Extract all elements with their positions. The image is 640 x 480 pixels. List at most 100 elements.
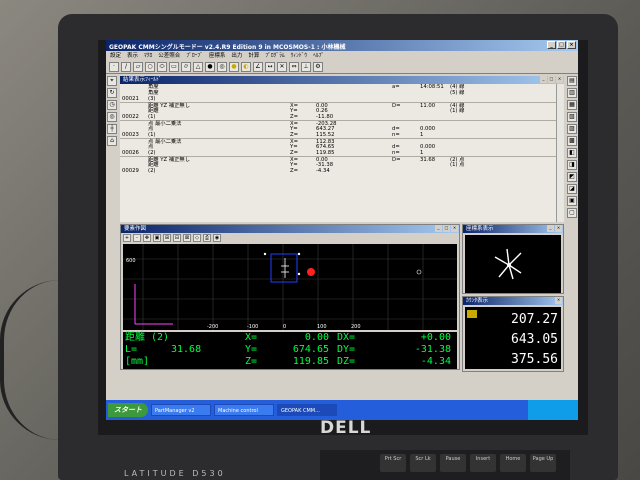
view-yz-icon[interactable]: ⊟ bbox=[173, 234, 181, 242]
graphics-canvas[interactable]: 600 -200 -100 0 100 200 bbox=[123, 244, 457, 330]
view-3d-icon[interactable]: ◇ bbox=[193, 234, 201, 242]
menu-item[interactable]: 公差照合 bbox=[158, 51, 180, 60]
menu-item[interactable]: ﾌﾟﾛｸﾞﾗﾑ bbox=[265, 51, 284, 60]
axis-icon[interactable]: ┼ bbox=[107, 124, 117, 134]
ellipse-tool-icon[interactable]: ⬭ bbox=[157, 62, 167, 72]
tool-icon[interactable]: ▥ bbox=[567, 88, 577, 98]
counter-x: 207.27 bbox=[511, 312, 558, 327]
y-axis-label: 600 bbox=[126, 258, 136, 264]
start-button[interactable]: スタート bbox=[108, 403, 148, 417]
gear-icon[interactable]: ⚙ bbox=[313, 62, 323, 72]
projection-tool-icon[interactable]: ⊥ bbox=[301, 62, 311, 72]
distance-tool-icon[interactable]: ↔ bbox=[265, 62, 275, 72]
menu-item[interactable]: ｳｨﾝﾄﾞｳ bbox=[291, 51, 308, 60]
panel-minimize-button[interactable]: _ bbox=[435, 225, 442, 232]
maximize-button[interactable]: □ bbox=[557, 41, 566, 49]
menu-item[interactable]: 座標系 bbox=[209, 51, 226, 60]
coord-panel-titlebar: 座標系表示 _ × bbox=[463, 225, 563, 233]
menu-item[interactable]: ﾍﾙﾌﾟ bbox=[313, 51, 324, 60]
taskbar-item[interactable]: Machine control bbox=[214, 404, 274, 416]
tool-icon[interactable]: ◧ bbox=[567, 148, 577, 158]
cylinder-tool-icon[interactable]: ⌭ bbox=[181, 62, 191, 72]
zoom-out-icon[interactable]: - bbox=[133, 234, 141, 242]
view-xy-icon[interactable]: ⊞ bbox=[163, 234, 171, 242]
menu-item[interactable]: ﾏｸﾛ bbox=[144, 51, 152, 60]
yellow-half-icon[interactable]: ◐ bbox=[241, 62, 251, 72]
menu-item[interactable]: 表示 bbox=[127, 51, 138, 60]
minimize-button[interactable]: _ bbox=[547, 41, 556, 49]
graphics-panel-titlebar: 要素作図 _ □ × bbox=[121, 225, 459, 233]
circle-tool-icon[interactable]: ○ bbox=[145, 62, 155, 72]
key[interactable]: Pause bbox=[440, 454, 466, 472]
menu-bar: 設定 表示 ﾏｸﾛ 公差照合 ﾌﾟﾛｰﾌﾞ 座標系 出力 計算 ﾌﾟﾛｸﾞﾗﾑ … bbox=[106, 51, 578, 60]
tool-icon[interactable]: ▣ bbox=[567, 196, 577, 206]
intersect-tool-icon[interactable]: ✕ bbox=[277, 62, 287, 72]
menu-item[interactable]: ﾌﾟﾛｰﾌﾞ bbox=[186, 51, 203, 60]
panel-maximize-button[interactable]: □ bbox=[548, 76, 555, 83]
target-icon[interactable]: ◎ bbox=[107, 112, 117, 122]
tool-icon[interactable]: ◩ bbox=[567, 172, 577, 182]
zoom-in-icon[interactable]: + bbox=[123, 234, 131, 242]
result-row[interactable]: 00029 (2) Z= -4.34 bbox=[120, 168, 556, 174]
counter-z: 375.56 bbox=[511, 352, 558, 367]
print-icon[interactable]: ⎙ bbox=[203, 234, 211, 242]
cone-tool-icon[interactable]: △ bbox=[193, 62, 203, 72]
point-tool-icon[interactable]: · bbox=[109, 62, 119, 72]
menu-item[interactable]: 設定 bbox=[110, 51, 121, 60]
readout-dy-label: DY= bbox=[337, 344, 356, 355]
graphics-toolbar: + - ✥ ▣ ⊞ ⊟ ⊠ ◇ ⎙ ◉ bbox=[121, 233, 459, 243]
key[interactable]: Home bbox=[500, 454, 526, 472]
result-panel-titlebar: 結果表示ﾌｨｰﾙﾄﾞ _ □ × bbox=[120, 76, 564, 84]
panel-minimize-button[interactable]: _ bbox=[547, 225, 554, 232]
panel-maximize-button[interactable]: □ bbox=[443, 225, 450, 232]
panel-minimize-button[interactable]: _ bbox=[540, 76, 547, 83]
tool-icon[interactable]: ▦ bbox=[567, 100, 577, 110]
line-tool-icon[interactable]: / bbox=[121, 62, 131, 72]
torus-tool-icon[interactable]: ◎ bbox=[217, 62, 227, 72]
tool-icon[interactable]: ▨ bbox=[567, 124, 577, 134]
pan-icon[interactable]: ✥ bbox=[143, 234, 151, 242]
plane-tool-icon[interactable]: ▱ bbox=[133, 62, 143, 72]
tool-icon[interactable]: ◨ bbox=[567, 160, 577, 170]
tool-icon[interactable]: ◪ bbox=[567, 184, 577, 194]
key[interactable]: Scr Lk bbox=[410, 454, 436, 472]
x-tick: -200 bbox=[207, 324, 218, 330]
tool-icon[interactable]: ▧ bbox=[567, 112, 577, 122]
rotate-icon[interactable]: ↻ bbox=[107, 88, 117, 98]
menu-item[interactable]: 出力 bbox=[231, 51, 242, 60]
sphere-tool-icon[interactable]: ● bbox=[205, 62, 215, 72]
view-xz-icon[interactable]: ⊠ bbox=[183, 234, 191, 242]
panel-close-button[interactable]: × bbox=[555, 297, 562, 304]
result-cell-c1: Z= bbox=[290, 168, 299, 174]
fit-icon[interactable]: ▣ bbox=[153, 234, 161, 242]
angle-tool-icon[interactable]: ∠ bbox=[253, 62, 263, 72]
readout-z-label: Z= bbox=[245, 356, 258, 367]
key[interactable]: Prt Scr bbox=[380, 454, 406, 472]
probe-marker bbox=[416, 269, 422, 275]
taskbar-item[interactable]: PartManager v2 bbox=[151, 404, 211, 416]
color-icon[interactable]: ◉ bbox=[213, 234, 221, 242]
close-button[interactable]: × bbox=[567, 41, 576, 49]
slot-tool-icon[interactable]: ▭ bbox=[169, 62, 179, 72]
x-tick: 100 bbox=[317, 324, 327, 330]
clock-icon[interactable]: ◷ bbox=[107, 100, 117, 110]
point-mark bbox=[297, 272, 301, 276]
panel-close-button[interactable]: × bbox=[555, 225, 562, 232]
home-icon[interactable]: ⌂ bbox=[107, 136, 117, 146]
yellow-circle-icon[interactable]: ● bbox=[229, 62, 239, 72]
point-mark bbox=[297, 252, 301, 256]
tool-icon[interactable]: ▩ bbox=[567, 136, 577, 146]
key[interactable]: Insert bbox=[470, 454, 496, 472]
result-scrollbar[interactable] bbox=[556, 84, 564, 222]
tool-icon[interactable]: ▢ bbox=[567, 208, 577, 218]
coord-system-canvas bbox=[465, 235, 561, 293]
symmetry-tool-icon[interactable]: ⇔ bbox=[289, 62, 299, 72]
menu-item[interactable]: 計算 bbox=[248, 51, 259, 60]
panel-close-button[interactable]: × bbox=[556, 76, 563, 83]
tool-icon[interactable]: ▤ bbox=[567, 76, 577, 86]
panel-close-button[interactable]: × bbox=[451, 225, 458, 232]
grid bbox=[123, 244, 457, 330]
probe-icon[interactable]: ⌖ bbox=[107, 76, 117, 86]
taskbar-item[interactable]: GEOPAK CMM... bbox=[277, 404, 337, 416]
key[interactable]: Page Up bbox=[530, 454, 556, 472]
